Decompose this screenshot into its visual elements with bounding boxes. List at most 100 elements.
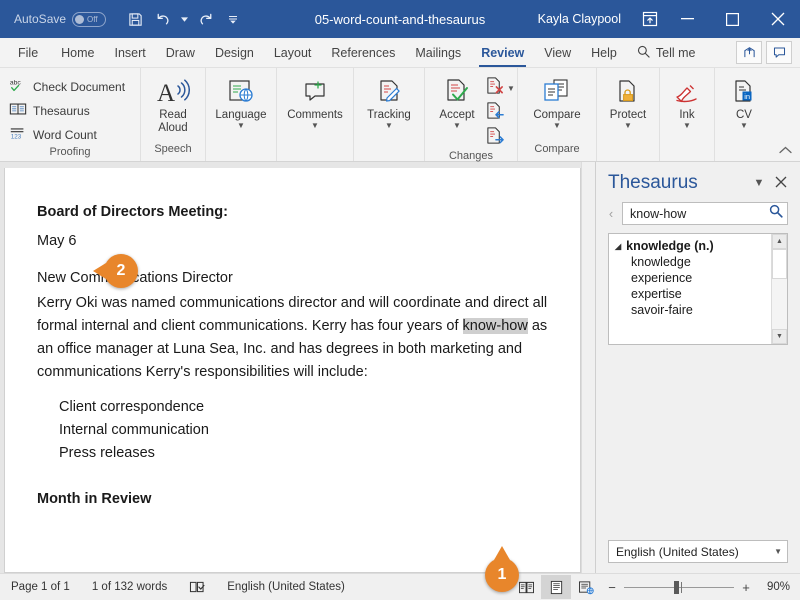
autosave-toggle[interactable]: AutoSave Off <box>14 11 107 27</box>
read-aloud-label-2: Aloud <box>158 122 188 134</box>
undo-icon[interactable] <box>150 6 176 32</box>
selected-word[interactable]: know-how <box>462 318 528 334</box>
chevron-down-icon[interactable]: ▼ <box>683 122 691 130</box>
word-count-button[interactable]: 123 Word Count <box>6 123 131 146</box>
proofing-status-icon[interactable] <box>178 580 216 594</box>
tracking-button[interactable]: Tracking ▼ <box>360 73 418 130</box>
thesaurus-result-group[interactable]: ◢ knowledge (n.) <box>609 238 771 254</box>
chevron-down-icon[interactable]: ▼ <box>553 122 561 130</box>
tab-references[interactable]: References <box>321 38 405 67</box>
minimize-icon[interactable] <box>665 0 710 38</box>
thesaurus-synonym[interactable]: expertise <box>609 286 771 302</box>
document-page[interactable]: Board of Directors Meeting: May 6 New Co… <box>4 168 582 573</box>
tab-view[interactable]: View <box>534 38 581 67</box>
next-change-button[interactable] <box>485 126 515 150</box>
pane-close-icon[interactable] <box>770 175 792 191</box>
tab-review[interactable]: Review <box>471 38 534 67</box>
document-scrollbar[interactable] <box>581 162 595 573</box>
user-account-name[interactable]: Kayla Claypool <box>538 12 621 26</box>
customize-qat-icon[interactable] <box>220 6 246 32</box>
status-page-number[interactable]: Page 1 of 1 <box>0 581 81 593</box>
tab-layout[interactable]: Layout <box>264 38 322 67</box>
group-label-tracking <box>354 143 424 161</box>
ink-button[interactable]: Ink ▼ <box>666 73 708 130</box>
redo-icon[interactable] <box>192 6 218 32</box>
collapse-ribbon-icon[interactable] <box>779 145 792 157</box>
doc-heading-2: Month in Review <box>37 491 152 507</box>
chevron-down-icon[interactable]: ▼ <box>237 122 245 130</box>
chevron-down-icon[interactable]: ▼ <box>774 547 782 556</box>
thesaurus-button[interactable]: Thesaurus <box>6 99 131 122</box>
share-icon[interactable] <box>736 41 762 64</box>
pane-options-chevron-down-icon[interactable]: ▼ <box>748 177 770 189</box>
thesaurus-search-input[interactable]: know-how <box>622 202 788 225</box>
status-word-count[interactable]: 1 of 132 words <box>81 581 178 593</box>
tell-me-search[interactable]: Tell me <box>627 38 706 67</box>
collapse-triangle-icon[interactable]: ◢ <box>615 242 621 251</box>
zoom-out-button[interactable]: − <box>607 580 617 595</box>
chevron-down-icon[interactable]: ▼ <box>311 122 319 130</box>
thesaurus-synonym[interactable]: savoir-faire <box>609 302 771 318</box>
comments-button[interactable]: Comments ▼ <box>283 73 347 130</box>
tab-draw[interactable]: Draw <box>156 38 205 67</box>
reject-button[interactable]: ▼ <box>485 76 515 100</box>
close-icon[interactable] <box>755 0 800 38</box>
thesaurus-pane-title: Thesaurus <box>608 172 698 193</box>
read-aloud-button[interactable]: A Read Aloud <box>147 73 199 135</box>
tab-home[interactable]: Home <box>51 38 104 67</box>
thesaurus-pane-header: Thesaurus ▼ <box>596 162 800 198</box>
thesaurus-synonym[interactable]: knowledge <box>609 254 771 270</box>
zoom-level-label[interactable]: 90% <box>758 581 790 593</box>
chevron-down-icon[interactable]: ▼ <box>624 122 632 130</box>
ribbon-group-protect: Protect ▼ <box>596 68 659 161</box>
undo-dropdown-icon[interactable] <box>178 6 190 32</box>
tab-help[interactable]: Help <box>581 38 627 67</box>
chevron-down-icon[interactable]: ▼ <box>507 84 515 92</box>
back-chevron-left-icon[interactable]: ‹ <box>604 206 618 221</box>
print-layout-icon[interactable] <box>541 575 571 599</box>
ribbon-group-changes: Accept ▼ ▼ Changes <box>424 68 517 162</box>
accept-button[interactable]: Accept ▼ <box>431 73 483 130</box>
thesaurus-language-select[interactable]: English (United States) ▼ <box>608 540 788 563</box>
tabbar-right-group <box>736 38 800 67</box>
thesaurus-language-row: English (United States) ▼ <box>596 540 800 573</box>
tab-file[interactable]: File <box>0 38 51 67</box>
scroll-up-icon[interactable]: ▲ <box>772 234 787 249</box>
read-aloud-label-1: Read <box>159 109 187 121</box>
scrollbar-track[interactable] <box>772 279 787 329</box>
thesaurus-results-list: ◢ knowledge (n.) knowledge experience ex… <box>609 234 771 344</box>
search-icon[interactable] <box>769 204 783 223</box>
language-button[interactable]: Language ▼ <box>212 73 270 130</box>
maximize-icon[interactable] <box>710 0 755 38</box>
protect-button[interactable]: Protect ▼ <box>603 73 653 130</box>
check-document-button[interactable]: abc Check Document <box>6 75 131 98</box>
scrollbar-thumb[interactable] <box>772 249 787 279</box>
status-language[interactable]: English (United States) <box>216 581 356 593</box>
callout-badge-1: 1 <box>485 546 519 592</box>
scroll-down-icon[interactable]: ▼ <box>772 329 787 344</box>
tab-insert[interactable]: Insert <box>105 38 156 67</box>
status-bar: Page 1 of 1 1 of 132 words English (Unit… <box>0 573 800 600</box>
thesaurus-synonym[interactable]: experience <box>609 270 771 286</box>
zoom-control: − + 90% <box>601 580 800 595</box>
chevron-down-icon[interactable]: ▼ <box>385 122 393 130</box>
zoom-slider[interactable] <box>624 580 734 594</box>
previous-change-button[interactable] <box>485 101 515 125</box>
chevron-down-icon[interactable]: ▼ <box>740 122 748 130</box>
ribbon-display-options-icon[interactable] <box>635 4 665 34</box>
cv-icon: in <box>730 75 758 109</box>
tab-design[interactable]: Design <box>205 38 264 67</box>
comments-icon[interactable] <box>766 41 792 64</box>
chevron-down-icon[interactable]: ▼ <box>453 122 461 130</box>
cv-button[interactable]: in CV ▼ <box>721 73 767 130</box>
web-layout-icon[interactable] <box>571 575 601 599</box>
thesaurus-results-scrollbar[interactable]: ▲ ▼ <box>771 234 787 344</box>
compare-button[interactable]: Compare ▼ <box>524 73 590 130</box>
thesaurus-search-value: know-how <box>630 206 687 221</box>
zoom-in-button[interactable]: + <box>741 580 751 595</box>
save-icon[interactable] <box>122 6 148 32</box>
tab-mailings[interactable]: Mailings <box>405 38 471 67</box>
ribbon-group-language: Language ▼ <box>205 68 276 161</box>
zoom-slider-thumb[interactable] <box>674 580 679 594</box>
autosave-switch[interactable]: Off <box>72 11 107 27</box>
